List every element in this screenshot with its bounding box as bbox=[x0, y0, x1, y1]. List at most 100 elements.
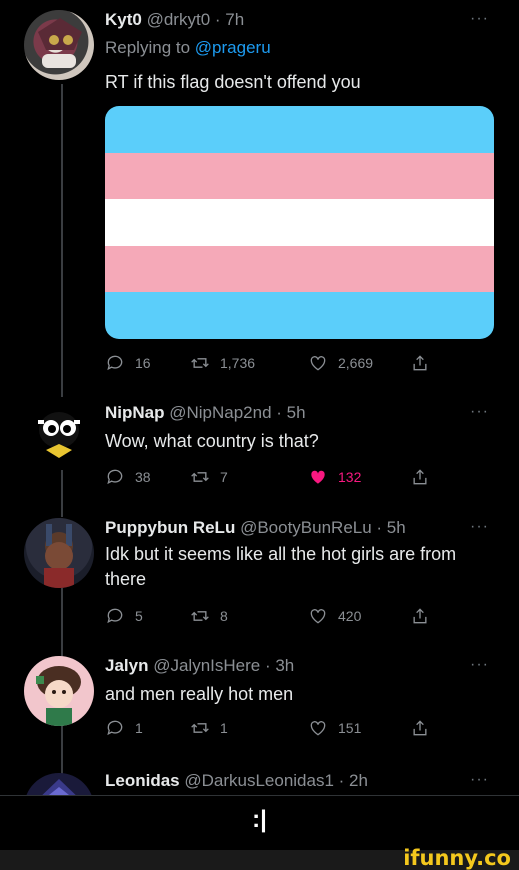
retweet-icon bbox=[191, 723, 209, 733]
retweet-icon bbox=[191, 472, 209, 482]
avatar-art-icon bbox=[38, 412, 80, 458]
reply-count: 1 bbox=[135, 720, 143, 736]
tweet-header: Puppybun ReLu @BootyBunReLu · 5h bbox=[105, 518, 406, 538]
retweet-button[interactable]: 8 bbox=[190, 604, 228, 628]
share-button[interactable] bbox=[410, 351, 440, 375]
share-button[interactable] bbox=[410, 604, 440, 628]
share-icon bbox=[413, 469, 427, 485]
timestamp[interactable]: · 5h bbox=[376, 518, 405, 537]
heart-icon bbox=[310, 356, 326, 371]
avatar-art-icon bbox=[36, 666, 81, 726]
reply-button[interactable]: 1 bbox=[105, 716, 143, 740]
retweet-count: 7 bbox=[220, 469, 228, 485]
share-icon bbox=[413, 608, 427, 624]
tweet-actions: 38 7 132 bbox=[105, 465, 465, 489]
share-icon bbox=[413, 720, 427, 736]
caption-text: :| bbox=[252, 806, 267, 833]
like-count: 2,669 bbox=[338, 355, 374, 371]
tweet-header: Jalyn @JalynIsHere · 3h bbox=[105, 656, 294, 676]
like-button[interactable]: 420 bbox=[308, 604, 361, 628]
reply-handle-link[interactable]: @prageru bbox=[195, 38, 271, 57]
avatar[interactable] bbox=[24, 400, 94, 470]
share-button[interactable] bbox=[410, 716, 440, 740]
tweet[interactable]: Leonidas @DarkusLeonidas1 · 2h ··· bbox=[0, 765, 519, 795]
timestamp[interactable]: · 3h bbox=[265, 656, 294, 675]
retweet-button[interactable]: 7 bbox=[190, 465, 228, 489]
user-handle[interactable]: @DarkusLeonidas1 bbox=[184, 771, 334, 790]
user-handle[interactable]: @JalynIsHere bbox=[153, 656, 260, 675]
reply-context: Replying to @prageru bbox=[105, 38, 271, 58]
ifunny-watermark: ifunny.co bbox=[403, 846, 511, 870]
retweet-count: 1,736 bbox=[220, 355, 256, 371]
like-button[interactable]: 151 bbox=[308, 716, 361, 740]
user-handle[interactable]: @BootyBunReLu bbox=[240, 518, 372, 537]
avatar[interactable] bbox=[24, 518, 94, 588]
tweet[interactable]: Puppybun ReLu @BootyBunReLu · 5h ··· Idk… bbox=[0, 510, 519, 650]
display-name[interactable]: Puppybun ReLu bbox=[105, 518, 235, 537]
reply-count: 38 bbox=[135, 469, 151, 485]
tweet-actions: 1 1 151 bbox=[105, 716, 465, 740]
tweet[interactable]: NipNap @NipNap2nd · 5h ··· Wow, what cou… bbox=[0, 395, 519, 510]
heart-filled-icon bbox=[311, 470, 325, 484]
share-icon bbox=[413, 355, 427, 371]
tweet[interactable]: Kyt0 @drkyt0 · 7h ··· Replying to @prage… bbox=[0, 0, 519, 395]
reply-icon bbox=[107, 355, 123, 371]
tweet-header: Leonidas @DarkusLeonidas1 · 2h bbox=[105, 771, 368, 791]
reply-icon bbox=[107, 720, 123, 736]
avatar-art-icon bbox=[38, 18, 82, 68]
display-name[interactable]: Kyt0 bbox=[105, 10, 142, 29]
reply-icon bbox=[107, 469, 123, 485]
tweet-actions: 5 8 420 bbox=[105, 604, 465, 628]
avatar[interactable] bbox=[24, 656, 94, 726]
flag-stripe bbox=[105, 199, 494, 246]
display-name[interactable]: Jalyn bbox=[105, 656, 148, 675]
timestamp[interactable]: · 5h bbox=[276, 403, 305, 422]
retweet-icon bbox=[191, 358, 209, 368]
tweet-actions: 16 1,736 2,669 bbox=[105, 351, 465, 375]
tweet-text: RT if this flag doesn't offend you bbox=[105, 72, 361, 92]
reply-label: Replying to bbox=[105, 38, 191, 57]
display-name[interactable]: Leonidas bbox=[105, 771, 180, 790]
tweet-image-flag[interactable] bbox=[105, 106, 494, 339]
reply-button[interactable]: 5 bbox=[105, 604, 143, 628]
like-button[interactable]: 132 bbox=[308, 465, 361, 489]
display-name[interactable]: NipNap bbox=[105, 403, 165, 422]
more-options-icon[interactable]: ··· bbox=[470, 518, 489, 536]
like-button[interactable]: 2,669 bbox=[308, 351, 373, 375]
more-options-icon[interactable]: ··· bbox=[470, 403, 489, 421]
avatar[interactable] bbox=[24, 10, 94, 80]
reply-icon bbox=[107, 608, 123, 624]
avatar-art-icon bbox=[44, 524, 74, 588]
tweet-header: NipNap @NipNap2nd · 5h bbox=[105, 403, 306, 423]
heart-icon bbox=[310, 609, 326, 624]
timestamp[interactable]: · 2h bbox=[339, 771, 368, 790]
share-button[interactable] bbox=[410, 465, 440, 489]
user-handle[interactable]: @drkyt0 bbox=[147, 10, 211, 29]
reply-count: 16 bbox=[135, 355, 151, 371]
more-options-icon[interactable]: ··· bbox=[470, 10, 489, 28]
like-count: 420 bbox=[338, 608, 362, 624]
watermark-bar: ifunny.co bbox=[0, 846, 519, 870]
timestamp[interactable]: · 7h bbox=[215, 10, 244, 29]
reply-button[interactable]: 16 bbox=[105, 351, 151, 375]
retweet-button[interactable]: 1 bbox=[190, 716, 228, 740]
reply-button[interactable]: 38 bbox=[105, 465, 151, 489]
retweet-count: 1 bbox=[220, 720, 228, 736]
caption-bar: :| bbox=[0, 795, 519, 851]
avatar-art-icon bbox=[42, 779, 76, 795]
heart-icon bbox=[310, 721, 326, 736]
tweet-text: Idk but it seems like all the hot girls … bbox=[105, 544, 457, 589]
flag-stripe bbox=[105, 245, 494, 293]
user-handle[interactable]: @NipNap2nd bbox=[169, 403, 271, 422]
flag-stripe bbox=[105, 152, 494, 200]
more-options-icon[interactable]: ··· bbox=[470, 771, 489, 789]
tweet[interactable]: Jalyn @JalynIsHere · 3h ··· and men real… bbox=[0, 650, 519, 765]
retweet-count: 8 bbox=[220, 608, 228, 624]
like-count: 132 bbox=[338, 469, 362, 485]
more-options-icon[interactable]: ··· bbox=[470, 656, 489, 674]
flag-stripe bbox=[105, 292, 494, 339]
retweet-icon bbox=[191, 611, 209, 621]
retweet-button[interactable]: 1,736 bbox=[190, 351, 255, 375]
tweet-text: Wow, what country is that? bbox=[105, 431, 319, 451]
avatar[interactable] bbox=[24, 773, 94, 795]
